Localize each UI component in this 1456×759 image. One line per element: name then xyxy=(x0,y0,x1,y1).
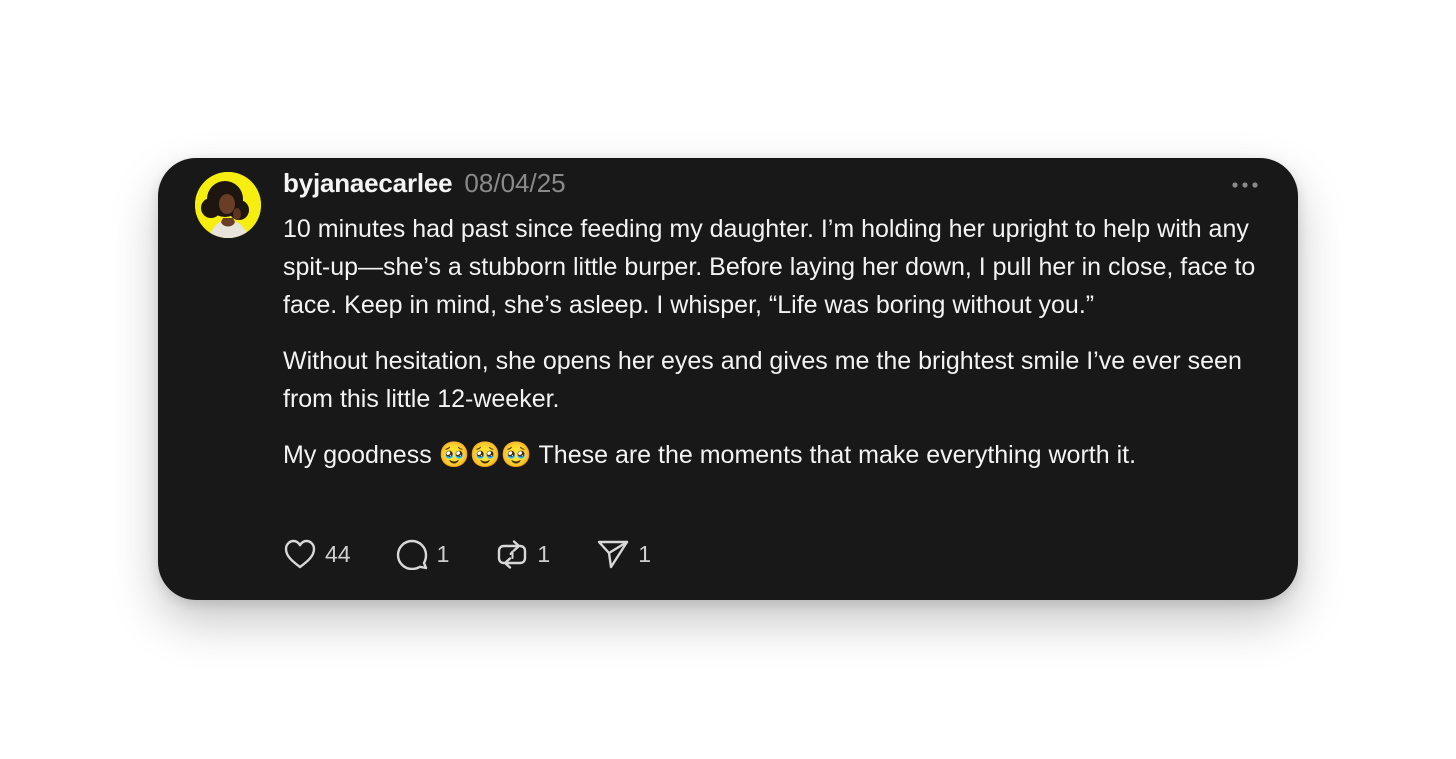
repost-arrows-icon xyxy=(498,540,527,569)
speech-bubble-icon xyxy=(396,539,427,570)
post-header: byjanaecarlee 08/04/25 xyxy=(283,168,566,202)
heart-icon xyxy=(284,539,316,569)
post-body: 10 minutes had past since feeding my dau… xyxy=(283,210,1268,492)
like-count: 44 xyxy=(325,540,351,567)
avatar[interactable] xyxy=(195,172,261,238)
username[interactable]: byjanaecarlee xyxy=(283,168,453,199)
post-paragraph: 10 minutes had past since feeding my dau… xyxy=(283,215,1256,319)
post-paragraph: My goodness 🥹🥹🥹 These are the moments th… xyxy=(283,441,1137,469)
post-paragraph: Without hesitation, she opens her eyes a… xyxy=(283,347,1242,413)
share-count: 1 xyxy=(638,540,651,567)
more-horizontal-icon[interactable] xyxy=(1230,178,1260,190)
reply-count: 1 xyxy=(436,540,450,567)
repost-count: 1 xyxy=(537,540,551,567)
reply-button[interactable]: 1 xyxy=(395,538,450,570)
share-button[interactable]: 1 xyxy=(596,538,651,570)
avatar-photo xyxy=(195,172,261,238)
post-card: byjanaecarlee 08/04/25 10 minutes had pa… xyxy=(158,158,1298,600)
post-actions: 44 1 1 1 xyxy=(283,536,651,572)
like-button[interactable]: 44 xyxy=(283,538,351,570)
post-date[interactable]: 08/04/25 xyxy=(464,168,565,199)
repost-button[interactable]: 1 xyxy=(495,538,550,570)
send-paper-plane-icon xyxy=(597,540,629,569)
screenshot-canvas: byjanaecarlee 08/04/25 10 minutes had pa… xyxy=(0,0,1456,759)
